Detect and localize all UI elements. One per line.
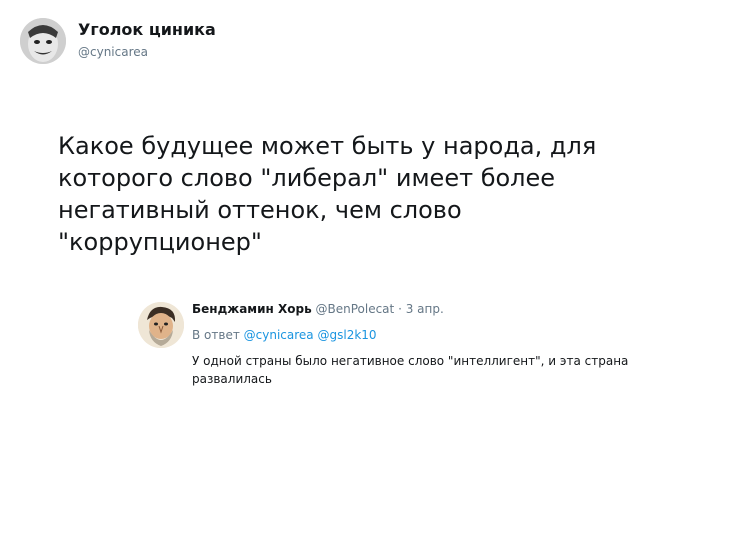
reply-text: У одной страны было негативное слово "ин… (192, 354, 629, 386)
mention-link[interactable]: @gsl2k10 (317, 328, 376, 342)
reply-timestamp[interactable]: 3 апр. (406, 302, 444, 316)
reply-prefix: В ответ (192, 328, 240, 342)
reply-author-name[interactable]: Бенджамин Хорь (192, 302, 312, 316)
author-name[interactable]: Уголок циника (78, 20, 216, 39)
author-handle[interactable]: @cynicarea (78, 45, 148, 59)
reply-separator: · (398, 302, 402, 316)
cartoon-face-icon (138, 302, 184, 348)
reply-context: В ответ @cynicarea @gsl2k10 (192, 328, 377, 342)
tweet-text: Какое будущее может быть у народа, для к… (58, 132, 597, 256)
reply-author-avatar[interactable] (138, 302, 184, 348)
reply-header: Бенджамин Хорь @BenPolecat · 3 апр. (192, 302, 444, 316)
reply-author-handle[interactable]: @BenPolecat (316, 302, 395, 316)
mention-link[interactable]: @cynicarea (244, 328, 314, 342)
face-icon (20, 18, 66, 64)
author-avatar[interactable] (20, 18, 66, 64)
